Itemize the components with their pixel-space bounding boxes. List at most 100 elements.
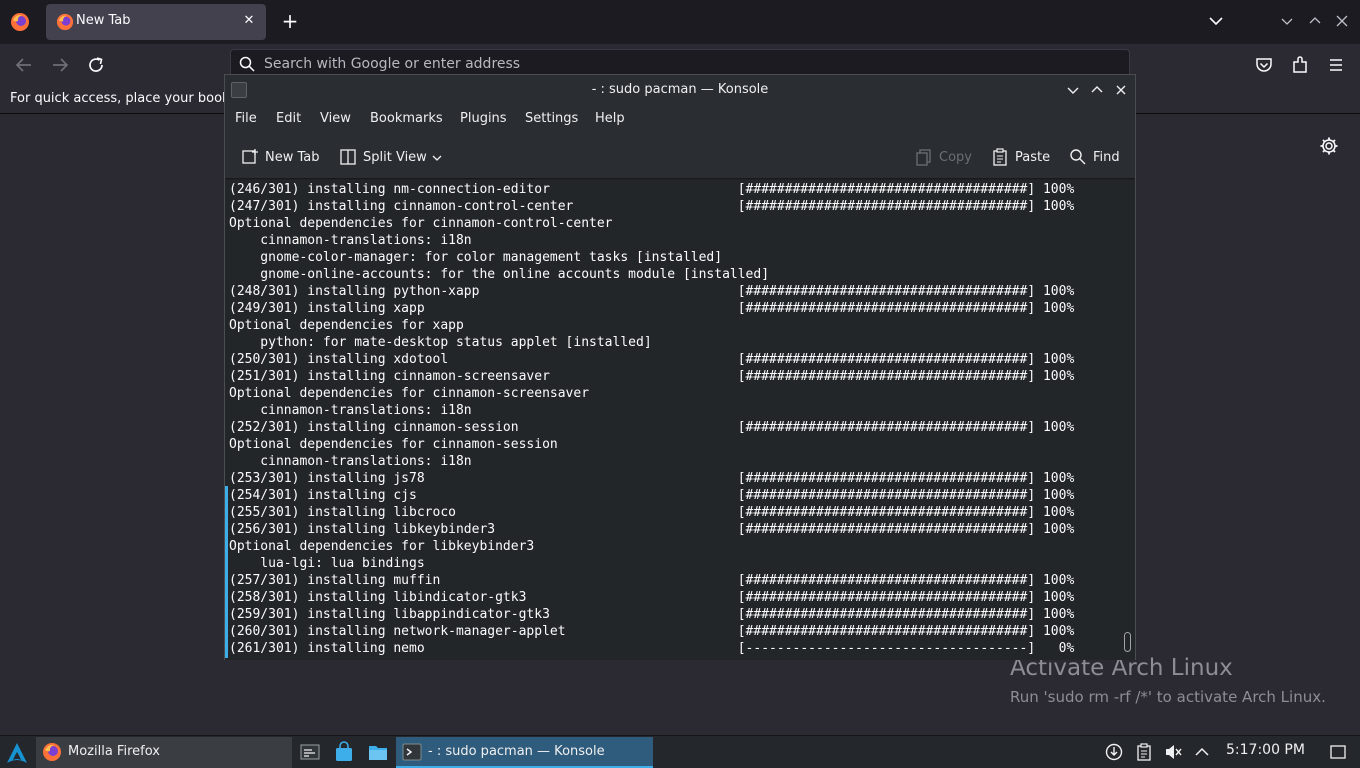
copy-icon bbox=[916, 149, 931, 166]
terminal-line: python: for mate-desktop status applet [… bbox=[229, 335, 652, 350]
reload-icon[interactable] bbox=[85, 54, 107, 76]
show-desktop-icon[interactable] bbox=[1329, 743, 1347, 761]
taskbar-item-firefox-label: Mozilla Firefox bbox=[68, 744, 160, 759]
terminal-line: (256/301) installing libkeybinder3 [####… bbox=[229, 522, 1075, 537]
firefox-icon bbox=[43, 743, 61, 761]
konsole-toolbar: New Tab Split View Copy Paste Find bbox=[225, 135, 1135, 179]
terminal-line: gnome-online-accounts: for the online ac… bbox=[229, 267, 770, 282]
volume-muted-icon[interactable] bbox=[1164, 743, 1182, 761]
terminal-line: (253/301) installing js78 [#############… bbox=[229, 471, 1075, 486]
back-arrow-icon[interactable] bbox=[13, 54, 35, 76]
paste-icon bbox=[993, 148, 1007, 166]
close-window-icon[interactable] bbox=[1334, 13, 1350, 29]
terminal-line: Optional dependencies for xapp bbox=[229, 318, 464, 333]
address-bar-placeholder: Search with Google or enter address bbox=[264, 56, 521, 72]
terminal-line: (246/301) installing nm-connection-edito… bbox=[229, 182, 1075, 197]
chevron-up-icon[interactable] bbox=[1193, 743, 1211, 761]
find-label: Find bbox=[1093, 150, 1120, 165]
find-button[interactable]: Find bbox=[1069, 147, 1125, 169]
konsole-titlebar[interactable]: - : sudo pacman — Konsole bbox=[225, 75, 1135, 105]
arch-linux-launcher-icon[interactable] bbox=[6, 742, 28, 764]
menu-edit[interactable]: Edit bbox=[276, 111, 301, 126]
minimize-icon[interactable] bbox=[1279, 13, 1295, 29]
terminal-line: cinnamon-translations: i18n bbox=[229, 454, 472, 469]
copy-button[interactable]: Copy bbox=[915, 147, 975, 169]
firefox-tab-bar: New Tab ✕ + bbox=[0, 0, 1360, 44]
pocket-icon[interactable] bbox=[1253, 54, 1275, 76]
terminal-line: (249/301) installing xapp [#############… bbox=[229, 301, 1075, 316]
search-icon bbox=[239, 56, 255, 72]
firefox-tab-icon bbox=[56, 13, 74, 31]
close-icon[interactable] bbox=[1113, 82, 1129, 98]
konsole-menubar: File Edit View Bookmarks Plugins Setting… bbox=[225, 105, 1135, 135]
terminal-line: Optional dependencies for cinnamon-sessi… bbox=[229, 437, 558, 452]
terminal-line: (251/301) installing cinnamon-screensave… bbox=[229, 369, 1075, 384]
new-tab-button[interactable]: + bbox=[279, 10, 301, 34]
konsole-window: - : sudo pacman — Konsole File Edit View… bbox=[224, 74, 1136, 660]
split-view-label: Split View bbox=[363, 150, 427, 165]
terminal-scrollbar[interactable] bbox=[1121, 180, 1135, 660]
firefox-icon[interactable] bbox=[10, 12, 30, 32]
maximize-icon[interactable] bbox=[1307, 13, 1323, 29]
scrollbar-thumb[interactable] bbox=[1124, 632, 1131, 652]
paste-label: Paste bbox=[1015, 150, 1051, 165]
close-tab-icon[interactable]: ✕ bbox=[240, 11, 258, 31]
minimize-icon[interactable] bbox=[1065, 82, 1081, 98]
taskbar-item-firefox[interactable]: Mozilla Firefox bbox=[36, 737, 292, 768]
paste-button[interactable]: Paste bbox=[991, 147, 1055, 169]
terminal-icon bbox=[402, 743, 422, 761]
menu-settings[interactable]: Settings bbox=[525, 111, 578, 126]
copy-label: Copy bbox=[939, 150, 972, 165]
forward-arrow-icon[interactable] bbox=[49, 54, 71, 76]
terminal-line: (250/301) installing xdotool [##########… bbox=[229, 352, 1075, 367]
terminal-line: cinnamon-translations: i18n bbox=[229, 233, 472, 248]
file-manager-icon[interactable] bbox=[367, 741, 389, 763]
terminal-line: Optional dependencies for cinnamon-scree… bbox=[229, 386, 590, 401]
terminal-line: Optional dependencies for libkeybinder3 bbox=[229, 539, 535, 554]
discover-store-icon[interactable] bbox=[333, 741, 355, 763]
gear-icon[interactable] bbox=[1319, 136, 1339, 156]
menu-file[interactable]: File bbox=[235, 111, 257, 126]
clock[interactable]: 5:17:00 PM bbox=[1226, 742, 1305, 758]
hamburger-menu-icon[interactable] bbox=[1325, 54, 1347, 76]
search-icon bbox=[1070, 149, 1086, 165]
taskbar: Mozilla Firefox - : sudo pacman — Konsol… bbox=[0, 735, 1360, 768]
new-tab-button[interactable]: New Tab bbox=[241, 147, 331, 169]
split-view-icon bbox=[340, 149, 356, 165]
selection-marker bbox=[225, 486, 228, 658]
terminal-lines: (246/301) installing nm-connection-edito… bbox=[229, 181, 1074, 657]
terminal-line: Optional dependencies for cinnamon-contr… bbox=[229, 216, 613, 231]
terminal-line: (254/301) installing cjs [##############… bbox=[229, 488, 1075, 503]
list-all-tabs-icon[interactable] bbox=[1207, 12, 1225, 30]
terminal-line: lua-lgi: lua bindings bbox=[229, 556, 425, 571]
taskbar-item-konsole-label: - : sudo pacman — Konsole bbox=[428, 744, 605, 759]
tab-new-tab[interactable]: New Tab ✕ bbox=[46, 4, 266, 40]
tab-title: New Tab bbox=[76, 13, 131, 28]
window-title: - : sudo pacman — Konsole bbox=[591, 82, 769, 97]
activation-watermark-subtitle: Run 'sudo rm -rf /*' to activate Arch Li… bbox=[1010, 688, 1326, 706]
maximize-icon[interactable] bbox=[1089, 82, 1105, 98]
chevron-down-icon[interactable] bbox=[431, 152, 443, 164]
terminal-line: (261/301) installing nemo [-------------… bbox=[229, 641, 1075, 656]
terminal-line: (258/301) installing libindicator-gtk3 [… bbox=[229, 590, 1075, 605]
terminal-line: (255/301) installing libcroco [#########… bbox=[229, 505, 1075, 520]
new-tab-label: New Tab bbox=[265, 150, 320, 165]
terminal-line: (247/301) installing cinnamon-control-ce… bbox=[229, 199, 1075, 214]
clipboard-icon[interactable] bbox=[1135, 743, 1153, 761]
menu-bookmarks[interactable]: Bookmarks bbox=[370, 111, 443, 126]
terminal-line: (252/301) installing cinnamon-session [#… bbox=[229, 420, 1075, 435]
updates-icon[interactable] bbox=[1105, 743, 1123, 761]
taskbar-item-konsole[interactable]: - : sudo pacman — Konsole bbox=[396, 737, 653, 768]
new-tab-icon bbox=[242, 149, 258, 164]
menu-help[interactable]: Help bbox=[595, 111, 625, 126]
terminal-line: gnome-color-manager: for color managemen… bbox=[229, 250, 723, 265]
menu-plugins[interactable]: Plugins bbox=[460, 111, 507, 126]
terminal-output[interactable]: (246/301) installing nm-connection-edito… bbox=[225, 180, 1121, 660]
system-monitor-icon[interactable] bbox=[299, 741, 321, 763]
bookmarks-hint-text: For quick access, place your bookm bbox=[10, 91, 243, 106]
terminal-line: cinnamon-translations: i18n bbox=[229, 403, 472, 418]
menu-view[interactable]: View bbox=[320, 111, 351, 126]
extensions-icon[interactable] bbox=[1289, 54, 1311, 76]
terminal-line: (248/301) installing python-xapp [######… bbox=[229, 284, 1075, 299]
split-view-button[interactable]: Split View bbox=[339, 147, 449, 169]
